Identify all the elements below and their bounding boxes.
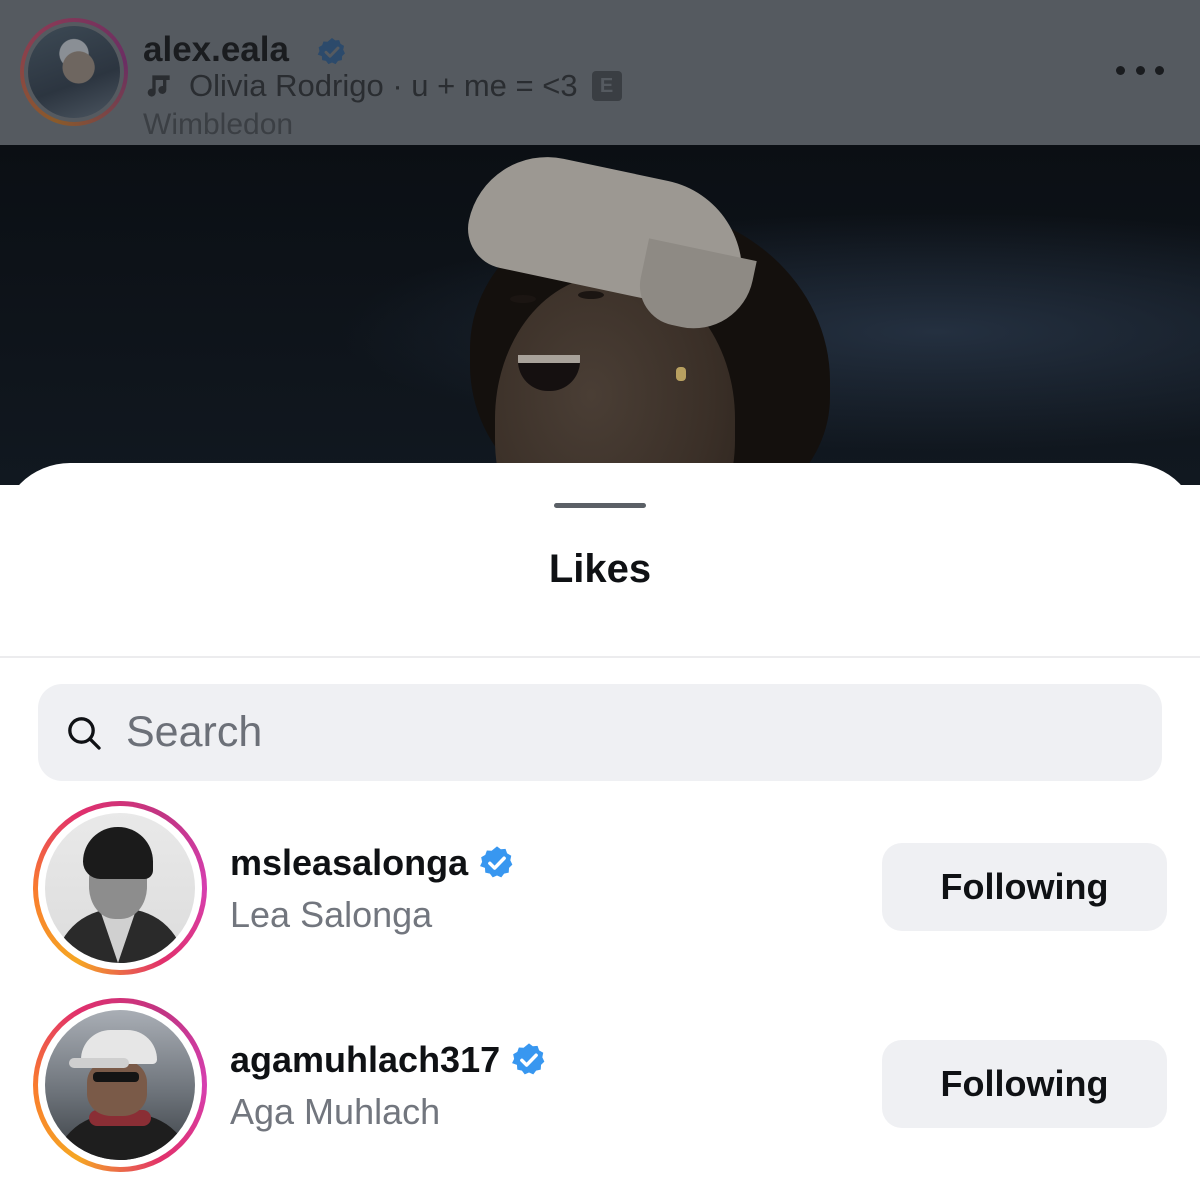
music-artist: Olivia Rodrigo bbox=[189, 68, 384, 103]
list-item[interactable]: msleasalonga Lea Salonga Following bbox=[0, 801, 1200, 981]
full-name: Aga Muhlach bbox=[230, 1091, 441, 1132]
verified-badge-icon bbox=[317, 38, 345, 65]
likes-sheet: Likes msleasalonga Lea Salonga Following bbox=[0, 463, 1200, 1185]
following-button[interactable]: Following bbox=[882, 843, 1167, 931]
music-separator: · bbox=[383, 68, 412, 103]
post-author-username[interactable]: alex.eala bbox=[143, 30, 289, 70]
post-location[interactable]: Wimbledon bbox=[143, 108, 293, 142]
avatar[interactable] bbox=[33, 998, 207, 1172]
list-item[interactable]: agamuhlach317 Aga Muhlach Following bbox=[0, 998, 1200, 1178]
search-input[interactable] bbox=[126, 708, 1026, 757]
avatar[interactable] bbox=[33, 801, 207, 975]
search-icon bbox=[68, 716, 101, 750]
sheet-grabber[interactable] bbox=[554, 503, 646, 508]
music-track: u + me = <3 bbox=[411, 68, 578, 103]
post-header: alex.eala Olivia Rodrigo · u + me = <3 E… bbox=[0, 0, 1200, 145]
post-author-avatar[interactable] bbox=[20, 18, 128, 126]
full-name: Lea Salonga bbox=[230, 894, 433, 935]
username[interactable]: msleasalonga bbox=[230, 842, 468, 884]
verified-badge-icon bbox=[512, 1043, 545, 1075]
more-options-icon[interactable] bbox=[1116, 56, 1164, 84]
verified-badge-icon bbox=[480, 846, 513, 878]
username[interactable]: agamuhlach317 bbox=[230, 1039, 500, 1081]
search-bar[interactable] bbox=[38, 684, 1162, 781]
post-photo bbox=[0, 145, 1200, 485]
post-music-info[interactable]: Olivia Rodrigo · u + me = <3 E bbox=[143, 68, 622, 104]
divider bbox=[0, 656, 1200, 658]
explicit-badge: E bbox=[591, 71, 622, 101]
following-button[interactable]: Following bbox=[882, 1040, 1167, 1128]
music-note-icon bbox=[147, 75, 170, 97]
sheet-title: Likes bbox=[548, 547, 652, 591]
